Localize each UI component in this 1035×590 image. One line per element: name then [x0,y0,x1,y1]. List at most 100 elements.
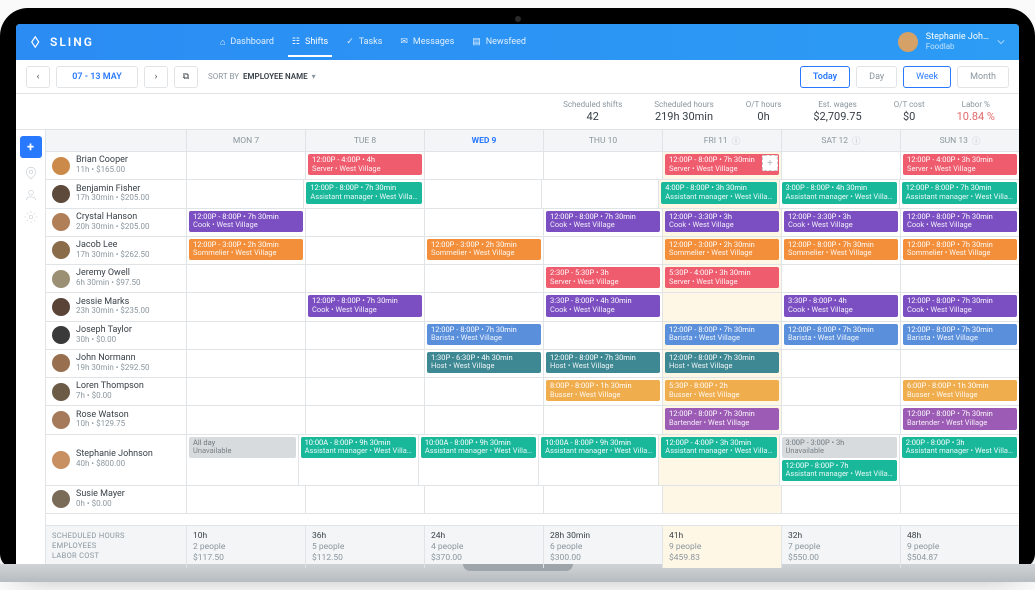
day-cell[interactable]: 4:00P - 8:00P • 3h 30minAssistant manage… [658,180,778,207]
day-header[interactable]: THU 10 [543,130,662,151]
day-cell[interactable] [543,237,662,264]
copy-week-button[interactable]: ⧉ [174,66,198,88]
day-cell[interactable] [186,152,305,179]
day-cell[interactable] [305,486,424,513]
shift-block[interactable]: 12:00P - 4:00P • 3h 30minAssistant manag… [661,437,776,458]
day-cell[interactable] [543,486,662,513]
day-cell[interactable] [900,486,1019,513]
employee-name-cell[interactable]: Jacob Lee 17h 30min • $262.50 [46,237,186,264]
sort-by-dropdown[interactable]: SORT BY EMPLOYEE NAME ▾ [208,72,316,81]
day-cell[interactable] [305,350,424,377]
shift-block[interactable]: 12:00P - 8:00P • 7h 30minCook • West Vil… [189,211,303,232]
shift-block[interactable]: 3:00P - 8:00P • 4h 30minAssistant manage… [782,182,897,203]
day-cell[interactable]: 5:30P - 8:00P • 2hBusser • West Village [662,378,781,405]
day-cell[interactable] [305,378,424,405]
day-cell[interactable] [305,209,424,236]
shift-block[interactable]: 12:00P - 8:00P • 7h 30minSommelier • Wes… [903,239,1017,260]
day-cell[interactable] [662,293,781,320]
day-cell[interactable]: 12:00P - 4:00P • 4hServer • West Village [305,152,424,179]
shift-block[interactable]: All dayUnavailable [189,437,296,458]
shift-block[interactable]: 12:00P - 8:00P • 7h 30minSommelier • Wes… [784,239,898,260]
nav-shifts[interactable]: ☷Shifts [292,28,328,57]
day-cell[interactable]: 12:00P - 8:00P • 7h 30minCook • West Vil… [186,209,305,236]
day-cell[interactable] [543,322,662,349]
shift-block[interactable]: 12:00P - 3:30P • 3hCook • West Village [784,211,898,232]
day-cell[interactable] [543,152,662,179]
shift-block[interactable]: 8:00P - 8:00P • 1h 30minBusser • West Vi… [546,380,660,401]
employee-name-cell[interactable]: Benjamin Fisher 17h 30min • $205.00 [46,180,186,207]
day-cell[interactable] [305,322,424,349]
day-cell[interactable]: 12:00P - 3:00P • 2h 30minSommelier • Wes… [186,237,305,264]
day-cell[interactable]: 12:00P - 8:00P • 7h 30minBarista • West … [900,322,1019,349]
day-header[interactable]: MON 7 [186,130,305,151]
day-cell[interactable]: 12:00P - 3:30P • 3hCook • West Village [662,209,781,236]
day-cell[interactable] [186,293,305,320]
user-menu[interactable]: Stephanie Joh… Foodlab [898,32,1005,52]
day-cell[interactable] [781,350,900,377]
day-cell[interactable]: 3:00P - 3:00P • 3hUnavailable12:00P - 8:… [779,435,899,486]
shift-block[interactable]: 12:00P - 8:00P • 7h 30minBarista • West … [427,324,541,345]
shift-block[interactable]: 12:00P - 8:00P • 7h 30minAssistant manag… [306,182,421,203]
shift-block[interactable]: 1:30P - 6:30P • 4h 30minHost • West Vill… [427,352,541,373]
day-cell[interactable] [424,265,543,292]
day-cell[interactable]: 12:00P - 3:00P • 2h 30minSommelier • Wes… [662,237,781,264]
day-cell[interactable] [424,406,543,433]
employee-name-cell[interactable]: Susie Mayer 0h • $0.00 [46,486,186,513]
shift-block[interactable]: 12:00P - 8:00P • 7h 30minCook • West Vil… [308,295,422,316]
day-cell[interactable]: 12:00P - 8:00P • 7h 30minSommelier • Wes… [781,237,900,264]
day-cell[interactable] [186,265,305,292]
shift-block[interactable]: 12:00P - 8:00P • 7h 30minCook • West Vil… [546,211,660,232]
day-cell[interactable] [543,406,662,433]
people-icon[interactable] [24,188,38,202]
day-cell[interactable]: 12:00P - 8:00P • 7h 30minCook • West Vil… [305,293,424,320]
day-cell[interactable] [305,406,424,433]
day-cell[interactable]: 12:00P - 8:00P • 7h 30minHost • West Vil… [543,350,662,377]
day-cell[interactable] [541,180,658,207]
employee-name-cell[interactable]: Jessie Marks 23h 30min • $235.00 [46,293,186,320]
shift-block[interactable]: 4:00P - 8:00P • 3h 30minAssistant manage… [661,182,776,203]
day-cell[interactable] [424,378,543,405]
prev-week-button[interactable]: ‹ [26,66,50,88]
day-cell[interactable] [424,293,543,320]
day-cell[interactable]: All dayUnavailable [186,435,298,486]
day-cell[interactable]: 10:00A - 8:00P • 9h 30minAssistant manag… [538,435,658,486]
day-cell[interactable] [781,265,900,292]
shift-block[interactable]: 12:00P - 8:00P • 7h 30minBartender • Wes… [903,408,1017,429]
shift-block[interactable]: 12:00P - 3:00P • 2h 30minSommelier • Wes… [427,239,541,260]
day-cell[interactable] [305,237,424,264]
nav-tasks[interactable]: ✓Tasks [346,28,382,57]
shift-block[interactable]: 12:00P - 8:00P • 7h 30minBarista • West … [665,324,779,345]
day-header[interactable]: FRI 11 ⓘ [662,130,781,151]
today-button[interactable]: Today [800,66,850,88]
shift-block[interactable]: 12:00P - 4:00P • 3h 30minServer • West V… [903,154,1017,175]
shift-block[interactable]: 6:00P - 8:00P • 1h 30minBusser • West Vi… [903,380,1017,401]
day-cell[interactable]: 12:00P - 8:00P • 7h 30minBarista • West … [781,322,900,349]
shift-block[interactable]: 5:30P - 4:00P • 3h 30minServer • West Vi… [665,267,779,288]
nav-messages[interactable]: ✉Messages [400,28,454,57]
day-cell[interactable] [424,180,541,207]
day-cell[interactable] [305,265,424,292]
day-cell[interactable]: 12:00P - 4:00P • 3h 30minServer • West V… [900,152,1019,179]
shift-block[interactable]: 12:00P - 3:30P • 3hCook • West Village [665,211,779,232]
day-cell[interactable]: 3:00P - 8:00P • 4h 30minAssistant manage… [779,180,899,207]
employee-name-cell[interactable]: Crystal Hanson 20h 30min • $205.00 [46,209,186,236]
day-cell[interactable]: 12:00P - 8:00P • 7h 30minBartender • Wes… [900,406,1019,433]
employee-name-cell[interactable]: Joseph Taylor 30h • $0.00 [46,322,186,349]
employee-name-cell[interactable]: Rose Watson 10h • $129.75 [46,406,186,433]
shift-block[interactable]: 12:00P - 4:00P • 4hServer • West Village [308,154,422,175]
day-cell[interactable]: 1:30P - 6:30P • 4h 30minHost • West Vill… [424,350,543,377]
day-cell[interactable] [900,350,1019,377]
day-cell[interactable]: 12:00P - 8:00P • 7h 30minSommelier • Wes… [900,237,1019,264]
day-cell[interactable]: 3:30P - 8:00P • 4hCook • West Village [781,293,900,320]
employee-name-cell[interactable]: John Normann 19h 30min • $292.50 [46,350,186,377]
day-cell[interactable] [900,265,1019,292]
shift-block[interactable]: 3:30P - 8:00P • 4hCook • West Village [784,295,898,316]
day-header[interactable]: WED 9 [424,130,543,151]
shift-block[interactable]: 12:00P - 3:00P • 2h 30minSommelier • Wes… [665,239,779,260]
day-cell[interactable] [781,378,900,405]
day-cell[interactable] [186,350,305,377]
shift-block[interactable]: 2:30P - 5:30P • 3hServer • West Village [546,267,660,288]
day-cell[interactable]: 12:00P - 8:00P • 7h 30minServer • West V… [662,152,781,179]
shift-block[interactable]: 10:00A - 8:00P • 9h 30minAssistant manag… [301,437,416,458]
shift-block[interactable]: 12:00P - 8:00P • 7h 30minHost • West Vil… [665,352,779,373]
